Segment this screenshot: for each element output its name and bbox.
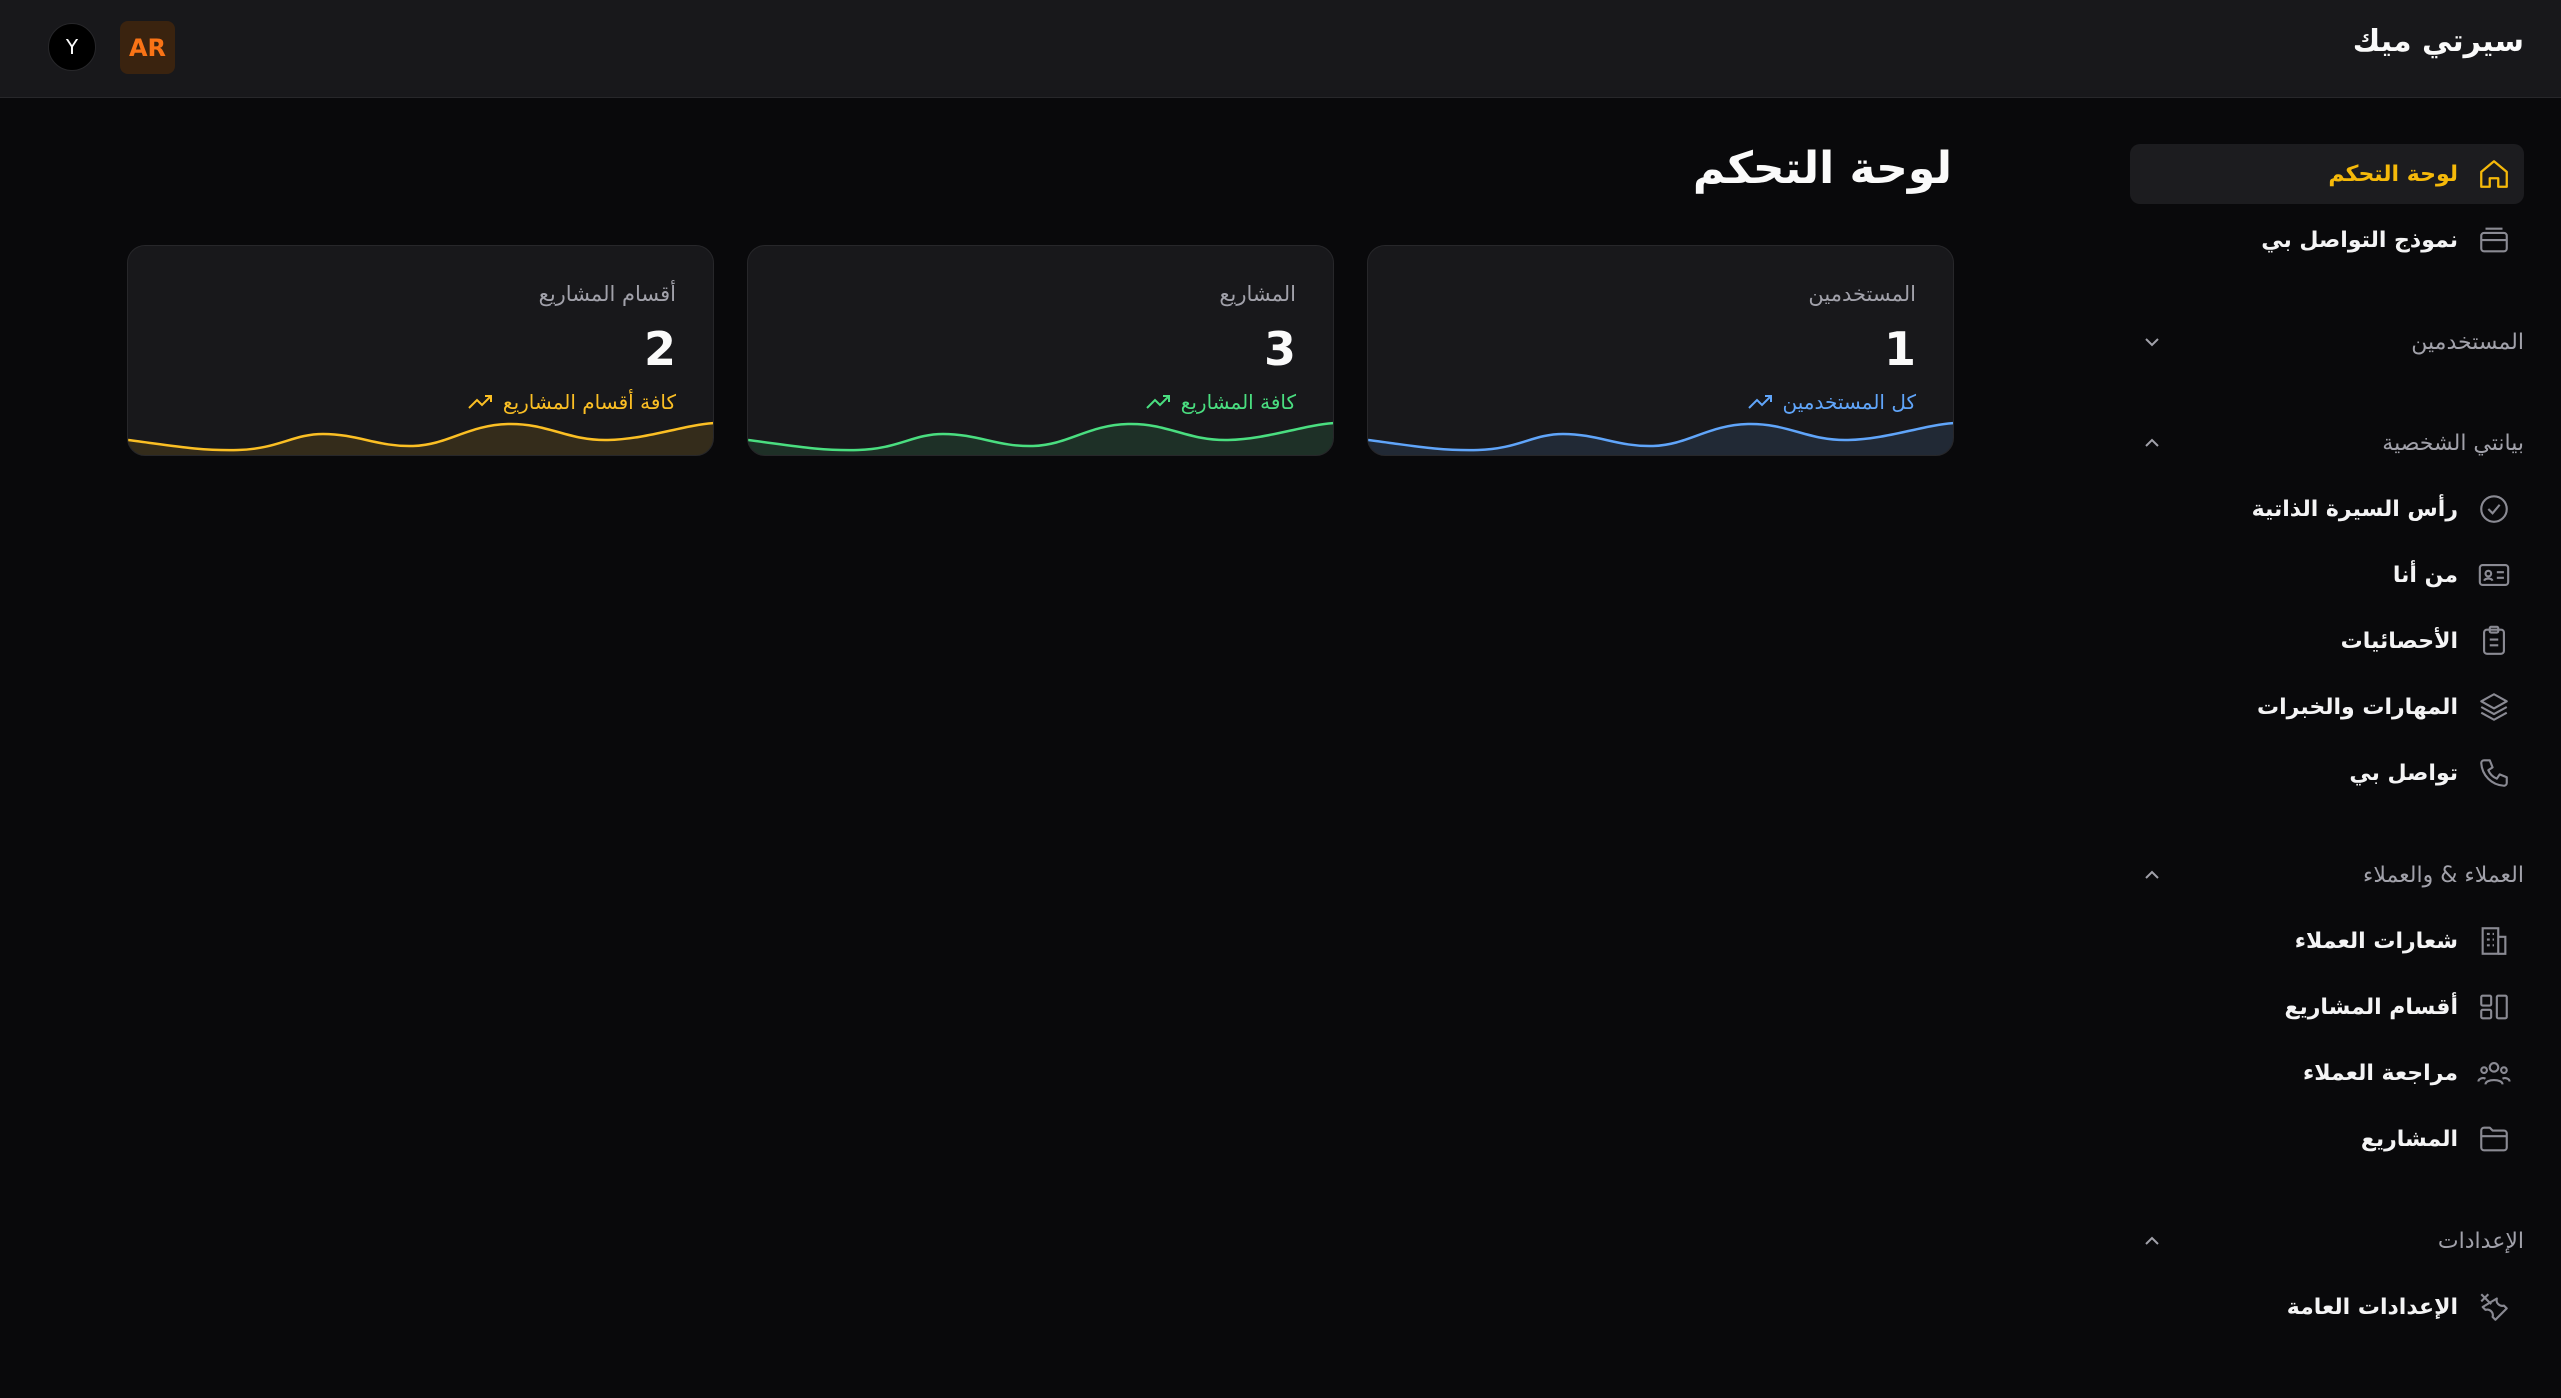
section-personal-data[interactable]: بيانتي الشخصية: [2130, 418, 2524, 468]
sidebar-item-cv-header[interactable]: رأس السيرة الذاتية: [2130, 479, 2524, 539]
sidebar-item-label: من أنا: [2392, 562, 2458, 588]
sidebar-item-label: المشاريع: [2360, 1126, 2458, 1152]
sidebar-item-contact-form[interactable]: نموذج التواصل بي: [2130, 210, 2524, 270]
sidebar-item-projects[interactable]: المشاريع: [2130, 1109, 2524, 1169]
sidebar-item-client-reviews[interactable]: مراجعة العملاء: [2130, 1043, 2524, 1103]
id-card-icon: [2476, 557, 2512, 593]
card-value: 3: [1263, 322, 1296, 376]
sidebar-item-skills[interactable]: المهارات والخبرات: [2130, 677, 2524, 737]
home-icon: [2476, 156, 2512, 192]
main-content: لوحة التحكم المستخدمين 1 كل المستخدمين ا…: [0, 99, 2128, 1398]
card-value: 1: [1883, 322, 1916, 376]
sidebar-item-label: تواصل بي: [2349, 760, 2458, 786]
sidebar-item-label: أقسام المشاريع: [2284, 994, 2458, 1020]
sparkline: [748, 421, 1333, 455]
top-bar: سيرتي ميك AR Y: [0, 0, 2561, 98]
inbox-icon: [2476, 222, 2512, 258]
section-label: العملاء & والعملاء: [2362, 862, 2524, 888]
sidebar-item-label: رأس السيرة الذاتية: [2251, 496, 2458, 522]
stat-card-projects: المشاريع 3 كافة المشاريع: [747, 245, 1334, 456]
sparkline: [128, 421, 713, 455]
user-avatar[interactable]: Y: [48, 23, 96, 71]
card-title: المستخدمين: [1808, 282, 1916, 306]
section-label: الإعدادات: [2437, 1228, 2524, 1254]
chevron-down-icon: [2145, 338, 2159, 347]
tools-icon: [2476, 1289, 2512, 1325]
building-icon: [2476, 923, 2512, 959]
section-label: المستخدمين: [2411, 329, 2524, 355]
sparkline: [1368, 421, 1953, 455]
card-title: المشاريع: [1219, 282, 1296, 306]
sidebar-item-label: الأحصائيات: [2340, 628, 2458, 654]
sidebar-item-dashboard[interactable]: لوحة التحكم: [2130, 144, 2524, 204]
section-users[interactable]: المستخدمين: [2130, 317, 2524, 367]
card-title: أقسام المشاريع: [538, 282, 676, 306]
sidebar-item-label: لوحة التحكم: [2328, 161, 2458, 187]
folder-icon: [2476, 1121, 2512, 1157]
chevron-up-icon: [2145, 870, 2159, 879]
stat-card-users: المستخدمين 1 كل المستخدمين: [1367, 245, 1954, 456]
clipboard-icon: [2476, 623, 2512, 659]
sidebar-item-label: الإعدادات العامة: [2286, 1294, 2458, 1320]
sidebar-item-client-logos[interactable]: شعارات العملاء: [2130, 911, 2524, 971]
language-toggle-button[interactable]: AR: [120, 21, 175, 74]
sidebar: لوحة التحكم نموذج التواصل بي المستخدمين …: [2128, 99, 2561, 1398]
sidebar-item-label: مراجعة العملاء: [2302, 1060, 2458, 1086]
sidebar-item-statistics[interactable]: الأحصائيات: [2130, 611, 2524, 671]
sidebar-item-about[interactable]: من أنا: [2130, 545, 2524, 605]
brand-title[interactable]: سيرتي ميك: [2353, 24, 2524, 59]
section-clients[interactable]: العملاء & والعملاء: [2130, 850, 2524, 900]
section-label: بيانتي الشخصية: [2382, 430, 2524, 456]
page-title: لوحة التحكم: [1692, 143, 1952, 194]
sidebar-item-general-settings[interactable]: الإعدادات العامة: [2130, 1277, 2524, 1337]
phone-icon: [2476, 755, 2512, 791]
layout-icon: [2476, 989, 2512, 1025]
chevron-up-icon: [2145, 438, 2159, 447]
section-settings[interactable]: الإعدادات: [2130, 1216, 2524, 1266]
sidebar-item-label: شعارات العملاء: [2294, 928, 2458, 954]
sidebar-item-contact[interactable]: تواصل بي: [2130, 743, 2524, 803]
sidebar-item-project-categories[interactable]: أقسام المشاريع: [2130, 977, 2524, 1037]
sidebar-item-label: نموذج التواصل بي: [2261, 227, 2458, 253]
chevron-up-icon: [2145, 1236, 2159, 1245]
layers-icon: [2476, 689, 2512, 725]
card-value: 2: [643, 322, 676, 376]
stat-card-project-categories: أقسام المشاريع 2 كافة أقسام المشاريع: [127, 245, 714, 456]
badge-check-icon: [2476, 491, 2512, 527]
users-icon: [2476, 1055, 2512, 1091]
sidebar-item-label: المهارات والخبرات: [2257, 694, 2458, 720]
